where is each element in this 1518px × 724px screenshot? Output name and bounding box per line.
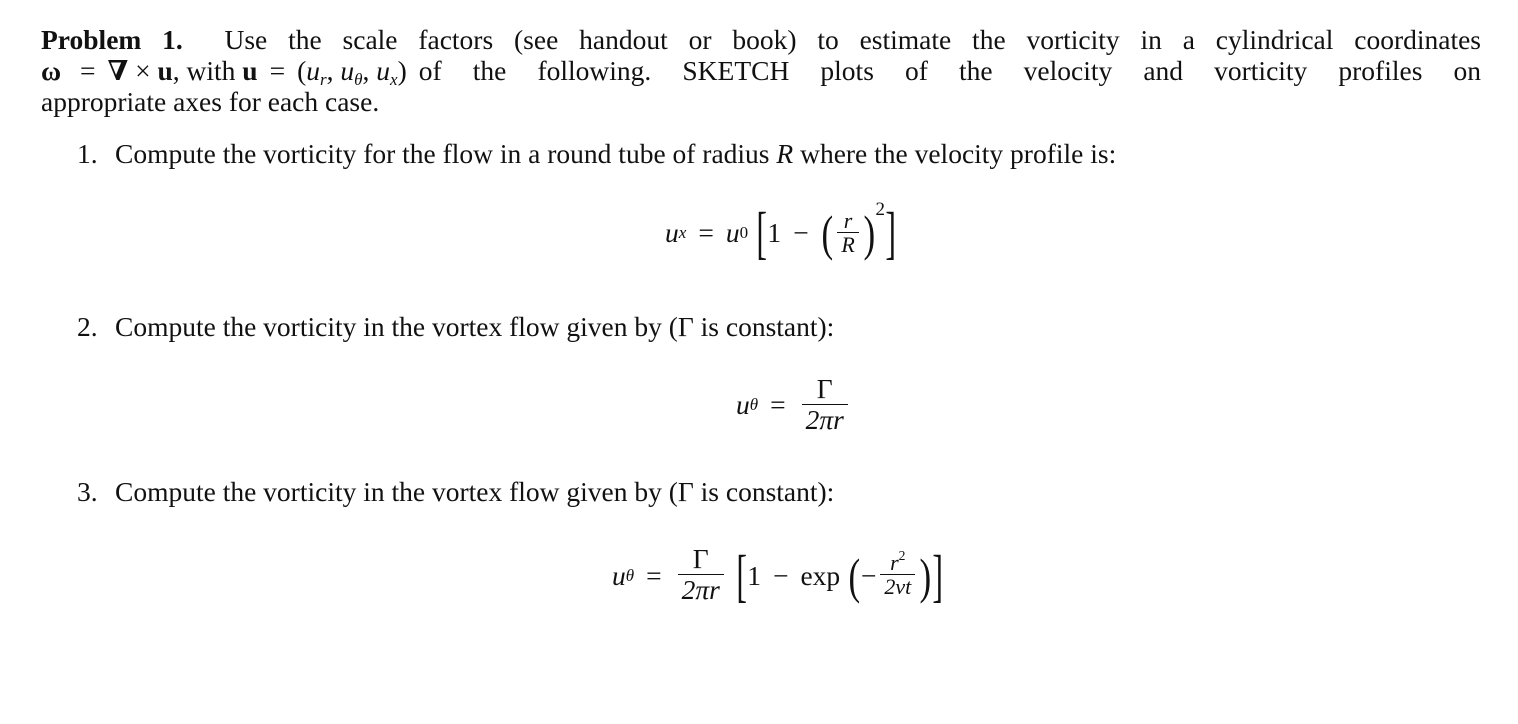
item-text: Compute the vorticity in the vortex flow… <box>115 311 835 342</box>
equals-sign: = <box>698 217 714 248</box>
right-paren: ) <box>919 547 932 604</box>
eq-one: 1 <box>767 217 782 248</box>
list-item-2: 2. Compute the vorticity in the vortex fl… <box>77 311 834 342</box>
right-bracket: ] <box>885 200 896 265</box>
u-r: u <box>306 55 321 86</box>
left-paren: ( <box>821 205 833 261</box>
square-exponent: 2 <box>898 548 906 564</box>
nabla-symbol: ∇ <box>107 55 129 86</box>
fraction-r2-over-2nut: r2 2νt <box>880 548 916 599</box>
frac-denominator: 2πr <box>677 574 724 605</box>
problem-intro-text: Use the scale factors (see handout or bo… <box>224 24 1481 55</box>
frac-numerator: r <box>843 207 853 233</box>
u-x: u <box>376 55 391 86</box>
comma: , <box>362 55 377 86</box>
problem-line-2: ω = ∇ × u, with u = (ur, uθ, ux) of the foll… <box>41 55 1481 86</box>
item-text: Compute the vorticity in the vortex flow… <box>115 476 835 507</box>
problem-heading: Problem 1. <box>41 24 183 55</box>
paren-close: ) <box>397 55 407 86</box>
frac-denominator: 2πr <box>801 403 848 435</box>
frac-numerator: Γ <box>692 543 709 575</box>
equals-sign-2: = <box>269 55 286 86</box>
cross-symbol: × <box>135 55 151 86</box>
left-bracket: [ <box>756 200 768 265</box>
eq-one: 1 <box>747 559 761 591</box>
equals-sign: = <box>770 389 786 420</box>
item-text: Compute the vorticity for the flow in a … <box>115 138 777 169</box>
equation-1: ux = u0 [ 1 − ( rR ) 2 ] <box>665 199 896 265</box>
problem-intro-text-2: of the following. SKETCH plots of the ve… <box>418 55 1481 86</box>
equation-3: uθ = Γ 2πr [ 1 − exp ( − r2 2νt ) ] <box>612 542 943 608</box>
problem-statement: Problem 1. Use the scale factors (see ha… <box>41 24 1481 117</box>
u-theta: u <box>340 55 355 86</box>
fraction-r-over-R: rR <box>837 207 859 257</box>
u-theta-sub: θ <box>354 70 363 86</box>
frac-denominator: 2νt <box>880 574 916 599</box>
eq-lhs: u <box>665 217 679 248</box>
right-paren: ) <box>863 205 875 261</box>
equals-sign: = <box>646 559 662 591</box>
velocity-vector-2: u <box>242 55 258 86</box>
paren-open: ( <box>297 55 307 86</box>
left-bracket: [ <box>736 542 747 608</box>
fraction-gamma-over-2pir: Γ 2πr <box>801 372 848 435</box>
with-text: , with <box>172 55 236 86</box>
frac-numerator: r2 <box>886 548 909 576</box>
eq-lhs: u <box>736 389 750 420</box>
fraction-gamma-over-2pir: Γ 2πr <box>677 543 724 605</box>
item-text-after: where the velocity profile is: <box>793 138 1117 169</box>
exp-function: exp <box>800 559 841 591</box>
curl-definition: ω = ∇ × u, with u = (ur, uθ, ux) <box>41 55 407 86</box>
velocity-components: (ur, uθ, ux) <box>297 55 407 86</box>
item-number: 3. <box>77 476 98 507</box>
eq-lhs: u <box>612 559 626 591</box>
frac-numerator: Γ <box>816 372 833 404</box>
left-paren: ( <box>848 547 861 604</box>
right-bracket: ] <box>932 542 943 608</box>
equals-sign: = <box>79 55 96 86</box>
problem-line-3: appropriate axes for each case. <box>41 86 380 117</box>
comma: , <box>326 55 341 86</box>
minus-sign: − <box>793 217 809 248</box>
item-number: 1. <box>77 138 98 169</box>
list-item-1: 1. Compute the vorticity for the flow in … <box>77 138 1116 169</box>
r-var: r <box>890 550 899 576</box>
velocity-vector: u <box>157 55 173 86</box>
list-item-3: 3. Compute the vorticity in the vortex fl… <box>77 476 834 507</box>
u-r-sub: r <box>320 70 327 86</box>
item-number: 2. <box>77 311 98 342</box>
minus-sign: − <box>772 559 789 591</box>
eq-coef: u <box>725 217 740 248</box>
equation-2: uθ = Γ 2πr <box>736 365 852 445</box>
problem-line-1: Problem 1. Use the scale factors (see ha… <box>41 24 1481 55</box>
radius-var: R <box>776 138 794 169</box>
negative-sign: − <box>860 559 877 591</box>
u-x-sub: x <box>390 70 398 86</box>
omega-symbol: ω <box>41 55 62 86</box>
exponent: 2 <box>875 199 885 220</box>
frac-denominator: R <box>837 231 859 257</box>
